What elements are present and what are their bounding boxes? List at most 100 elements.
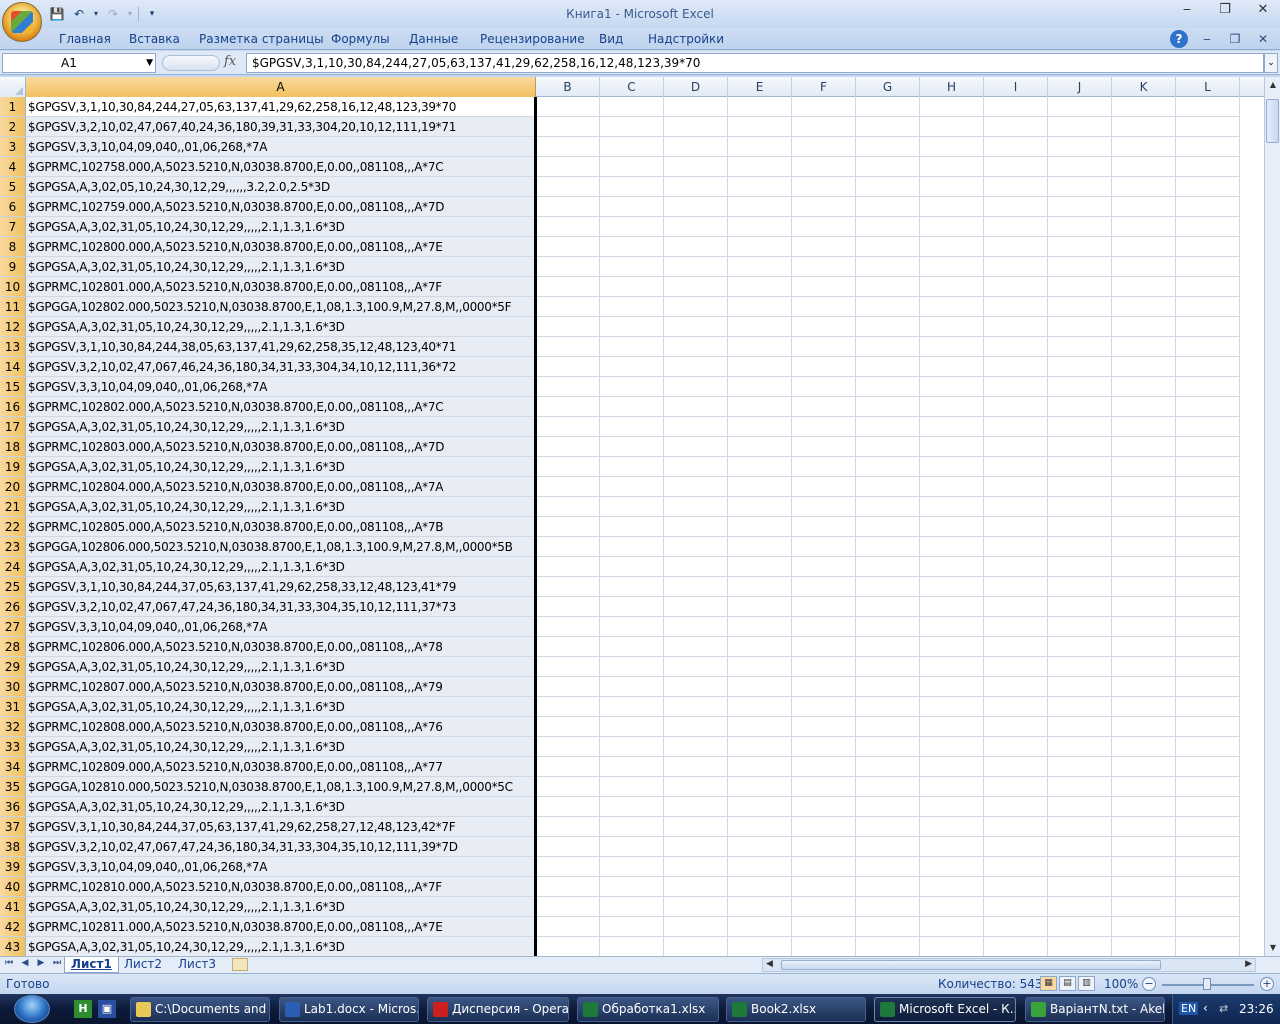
cell-c[interactable] — [600, 637, 664, 657]
column-header-a[interactable]: A — [26, 77, 536, 97]
cell-a[interactable]: $GPGSA,A,3,02,31,05,10,24,30,12,29,,,,,2… — [26, 897, 536, 917]
cell-c[interactable] — [600, 417, 664, 437]
column-header-c[interactable]: C — [600, 77, 664, 97]
cell-i[interactable] — [984, 157, 1048, 177]
cell-l[interactable] — [1176, 137, 1240, 157]
cell-c[interactable] — [600, 597, 664, 617]
cell-c[interactable] — [600, 857, 664, 877]
cell-d[interactable] — [664, 117, 728, 137]
cell-d[interactable] — [664, 497, 728, 517]
name-box[interactable]: A1 ▼ — [2, 53, 156, 73]
cell-d[interactable] — [664, 757, 728, 777]
cell-d[interactable] — [664, 237, 728, 257]
network-icon[interactable]: ⇄ — [1219, 1002, 1228, 1015]
cell-e[interactable] — [728, 777, 792, 797]
cell-e[interactable] — [728, 897, 792, 917]
scroll-right-icon[interactable]: ▶ — [1245, 959, 1252, 969]
cell-e[interactable] — [728, 737, 792, 757]
cell-i[interactable] — [984, 397, 1048, 417]
cell-a[interactable]: $GPGSV,3,1,10,30,84,244,37,05,63,137,41,… — [26, 817, 536, 837]
row-header[interactable]: 18 — [0, 437, 26, 457]
cell-c[interactable] — [600, 277, 664, 297]
cell-k[interactable] — [1112, 97, 1176, 117]
cell-g[interactable] — [856, 637, 920, 657]
redo-icon[interactable]: ↷ — [104, 5, 122, 23]
zoom-slider-knob[interactable] — [1203, 978, 1211, 990]
cell-k[interactable] — [1112, 137, 1176, 157]
column-header-j[interactable]: J — [1048, 77, 1112, 97]
cell-j[interactable] — [1048, 917, 1112, 937]
cell-e[interactable] — [728, 857, 792, 877]
row-header[interactable]: 5 — [0, 177, 26, 197]
cell-l[interactable] — [1176, 337, 1240, 357]
cell-l[interactable] — [1176, 677, 1240, 697]
cell-b[interactable] — [536, 897, 600, 917]
cell-f[interactable] — [792, 217, 856, 237]
cell-j[interactable] — [1048, 217, 1112, 237]
cell-h[interactable] — [920, 457, 984, 477]
cell-l[interactable] — [1176, 297, 1240, 317]
zoom-in-icon[interactable]: + — [1260, 977, 1274, 991]
cell-c[interactable] — [600, 357, 664, 377]
cell-j[interactable] — [1048, 657, 1112, 677]
cell-b[interactable] — [536, 497, 600, 517]
cell-d[interactable] — [664, 217, 728, 237]
cell-g[interactable] — [856, 817, 920, 837]
cell-i[interactable] — [984, 377, 1048, 397]
insert-function-icon[interactable]: fx — [224, 54, 236, 69]
cell-i[interactable] — [984, 717, 1048, 737]
cell-j[interactable] — [1048, 537, 1112, 557]
cell-i[interactable] — [984, 357, 1048, 377]
cell-b[interactable] — [536, 457, 600, 477]
cell-f[interactable] — [792, 697, 856, 717]
cell-g[interactable] — [856, 917, 920, 937]
cell-h[interactable] — [920, 237, 984, 257]
cell-g[interactable] — [856, 117, 920, 137]
cell-b[interactable] — [536, 577, 600, 597]
undo-icon[interactable]: ↶ — [70, 5, 88, 23]
quicklaunch-window-icon[interactable]: ▣ — [98, 1000, 116, 1018]
insert-sheet-icon[interactable] — [232, 958, 248, 971]
cell-d[interactable] — [664, 637, 728, 657]
cell-a[interactable]: $GPGSA,A,3,02,31,05,10,24,30,12,29,,,,,2… — [26, 217, 536, 237]
cell-i[interactable] — [984, 857, 1048, 877]
row-header[interactable]: 43 — [0, 937, 26, 956]
cell-h[interactable] — [920, 617, 984, 637]
cell-j[interactable] — [1048, 137, 1112, 157]
redo-dropdown-icon[interactable]: ▾ — [126, 5, 134, 23]
cell-a[interactable]: $GPRMC,102802.000,A,5023.5210,N,03038.87… — [26, 397, 536, 417]
cell-j[interactable] — [1048, 817, 1112, 837]
cell-e[interactable] — [728, 157, 792, 177]
cell-i[interactable] — [984, 497, 1048, 517]
cell-g[interactable] — [856, 177, 920, 197]
cell-h[interactable] — [920, 317, 984, 337]
cell-f[interactable] — [792, 777, 856, 797]
cell-g[interactable] — [856, 457, 920, 477]
cell-d[interactable] — [664, 937, 728, 956]
cell-d[interactable] — [664, 817, 728, 837]
cell-e[interactable] — [728, 937, 792, 956]
cell-a[interactable]: $GPGSV,3,2,10,02,47,067,46,24,36,180,34,… — [26, 357, 536, 377]
row-header[interactable]: 3 — [0, 137, 26, 157]
cell-a[interactable]: $GPGSV,3,3,10,04,09,040,,01,06,268,*7A — [26, 617, 536, 637]
cell-h[interactable] — [920, 697, 984, 717]
formula-bar-splitter[interactable] — [162, 55, 220, 71]
cell-f[interactable] — [792, 397, 856, 417]
cell-h[interactable] — [920, 157, 984, 177]
cell-c[interactable] — [600, 697, 664, 717]
tab-data[interactable]: Данные — [409, 32, 458, 46]
cell-c[interactable] — [600, 537, 664, 557]
cell-j[interactable] — [1048, 357, 1112, 377]
cell-l[interactable] — [1176, 557, 1240, 577]
cell-f[interactable] — [792, 657, 856, 677]
cell-j[interactable] — [1048, 857, 1112, 877]
cell-e[interactable] — [728, 597, 792, 617]
cell-d[interactable] — [664, 357, 728, 377]
cell-a[interactable]: $GPRMC,102807.000,A,5023.5210,N,03038.87… — [26, 677, 536, 697]
row-header[interactable]: 34 — [0, 757, 26, 777]
cell-d[interactable] — [664, 437, 728, 457]
cell-d[interactable] — [664, 597, 728, 617]
cell-g[interactable] — [856, 737, 920, 757]
cell-k[interactable] — [1112, 417, 1176, 437]
name-box-dropdown-icon[interactable]: ▼ — [146, 54, 153, 72]
